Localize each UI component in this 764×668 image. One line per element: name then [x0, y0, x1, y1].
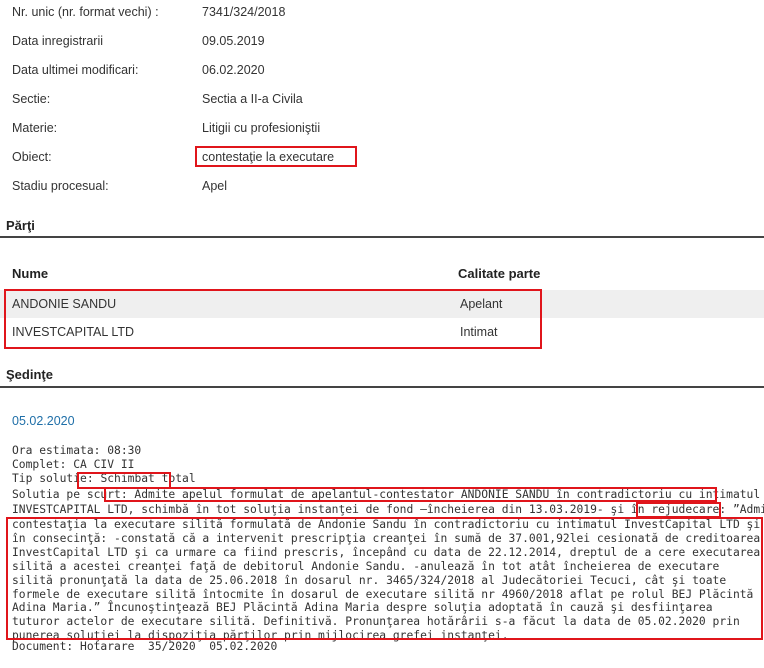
info-label: Stadiu procesual:	[12, 179, 109, 193]
parti-heading: Părţi	[6, 218, 35, 233]
sedinte-divider	[0, 386, 764, 388]
parti-highlight-box	[4, 289, 542, 349]
solutie-highlight-box	[104, 487, 717, 502]
admite-highlight-box	[636, 502, 721, 518]
ora-estimata: Ora estimata: 08:30	[12, 444, 142, 457]
complet: Complet: CA CIV II	[12, 458, 135, 471]
parti-col-name-header: Nume	[12, 266, 49, 281]
info-value: Sectia a II-a Civila	[202, 92, 303, 106]
info-label: Materie:	[12, 121, 58, 135]
solutie-rest-highlight-box	[6, 517, 763, 640]
info-value: 7341/324/2018	[202, 5, 286, 19]
info-label: Sectie:	[12, 92, 51, 106]
parti-col-role-header: Calitate parte	[458, 266, 541, 281]
sedinta-date-link[interactable]: 05.02.2020	[12, 414, 75, 428]
info-label: Obiect:	[12, 150, 52, 164]
info-label: Nr. unic (nr. format vechi) :	[12, 5, 159, 19]
info-value: Apel	[202, 179, 228, 193]
info-value: 06.02.2020	[202, 63, 265, 77]
info-label: Data inregistrarii	[12, 34, 104, 48]
info-value: Litigii cu profesioniştii	[202, 121, 321, 135]
sedinte-heading: Şedinţe	[6, 367, 53, 382]
parti-divider	[0, 236, 764, 238]
document-line: Document: Hotarare 35/2020 05.02.2020	[12, 640, 278, 653]
info-value: 09.05.2019	[202, 34, 265, 48]
obiect-highlight-box	[195, 146, 357, 167]
info-label: Data ultimei modificari:	[12, 63, 139, 77]
